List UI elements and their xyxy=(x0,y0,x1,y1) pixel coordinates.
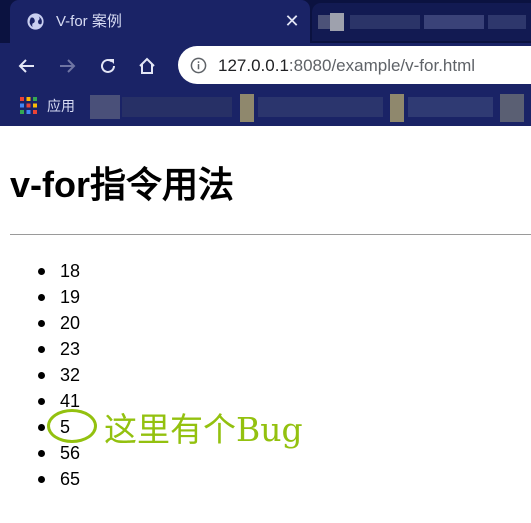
list-item: 19 xyxy=(37,284,80,310)
home-button[interactable] xyxy=(134,53,160,79)
blurred-tab-content xyxy=(488,15,526,29)
forward-button[interactable] xyxy=(54,53,80,79)
inactive-tab-area[interactable] xyxy=(312,3,531,41)
browser-tab-strip: V-for 案例 ✕ xyxy=(0,0,531,43)
blurred-tab-content xyxy=(350,15,420,29)
blurred-bookmark[interactable] xyxy=(122,97,232,117)
reload-icon xyxy=(101,58,115,73)
list-item: 20 xyxy=(37,310,80,336)
bug-annotation: 这里有个Bug xyxy=(104,410,303,449)
blurred-bookmark[interactable] xyxy=(500,94,524,122)
bookmark-apps-label[interactable]: 应用 xyxy=(47,96,75,116)
list-item: 65 xyxy=(37,466,80,492)
list-item: 18 xyxy=(37,258,80,284)
tab-title: V-for 案例 xyxy=(56,13,122,30)
horizontal-rule xyxy=(10,234,531,235)
home-icon xyxy=(139,57,155,74)
browser-toolbar: 127.0.0.1:8080/example/v-for.html xyxy=(0,43,531,88)
age-list: 18 19 20 23 32 41 5 56 65 xyxy=(37,258,80,492)
blurred-bookmark[interactable] xyxy=(390,94,404,122)
url-text: 127.0.0.1:8080/example/v-for.html xyxy=(218,56,475,76)
blurred-tab-content xyxy=(330,13,344,31)
blurred-bookmark[interactable] xyxy=(258,97,383,117)
blurred-bookmark[interactable] xyxy=(408,97,493,117)
address-bar[interactable]: 127.0.0.1:8080/example/v-for.html xyxy=(178,46,531,84)
blurred-bookmark[interactable] xyxy=(240,94,254,122)
bug-highlight-circle xyxy=(47,409,97,443)
back-button[interactable] xyxy=(14,53,40,79)
list-item: 56 xyxy=(37,440,80,466)
close-icon[interactable]: ✕ xyxy=(282,11,302,31)
blurred-tab-content xyxy=(424,15,484,29)
globe-icon xyxy=(27,13,44,30)
list-item: 32 xyxy=(37,362,80,388)
apps-grid-icon[interactable] xyxy=(20,97,37,114)
forward-icon xyxy=(60,59,76,73)
reload-button[interactable] xyxy=(95,53,121,79)
info-icon[interactable] xyxy=(190,57,207,74)
bookmarks-bar xyxy=(0,88,531,126)
url-path: :8080/example/v-for.html xyxy=(288,56,476,75)
page-title: v-for指令用法 xyxy=(10,164,234,205)
list-item: 23 xyxy=(37,336,80,362)
url-host: 127.0.0.1 xyxy=(218,56,289,75)
blurred-bookmark[interactable] xyxy=(90,95,120,119)
browser-tab-active[interactable]: V-for 案例 ✕ xyxy=(10,0,310,43)
back-icon xyxy=(18,59,34,73)
